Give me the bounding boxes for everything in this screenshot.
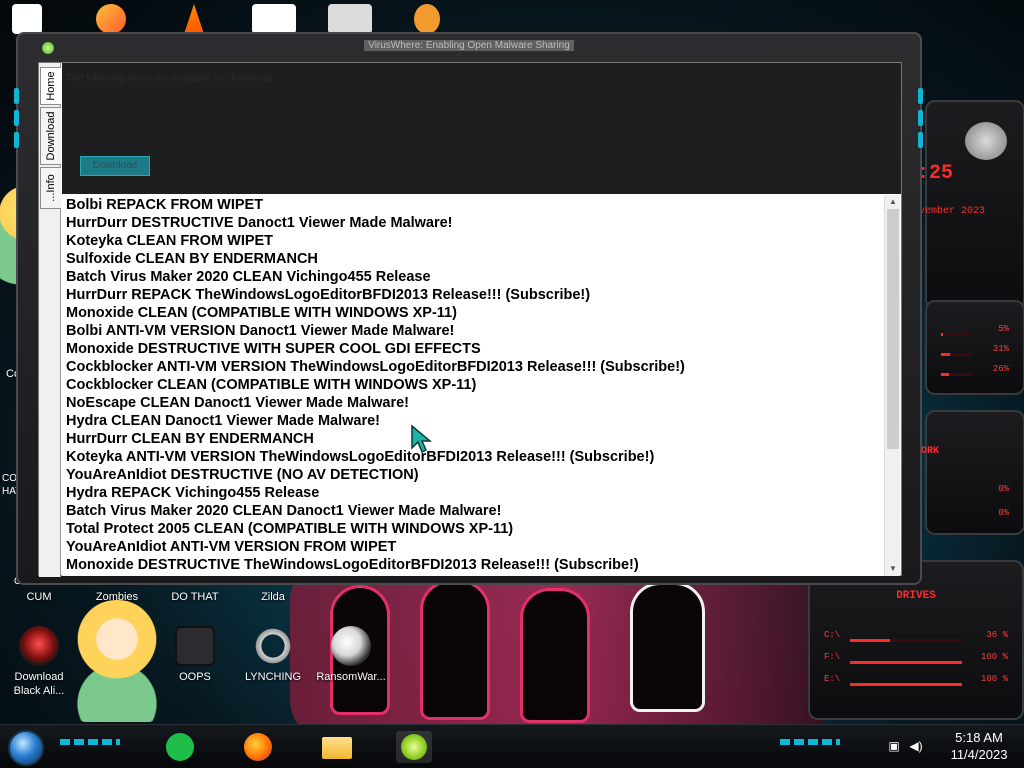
tab-page-download: The following items are available for do… [62, 63, 901, 576]
notes-icon[interactable] [162, 731, 198, 763]
scroll-up-arrow-icon[interactable]: ▲ [885, 195, 901, 209]
vlc-icon[interactable] [184, 4, 204, 34]
net-row: 0% [998, 484, 1009, 494]
app-icon[interactable] [12, 4, 42, 34]
desktop-icon-label: LYNCHING [244, 671, 302, 683]
firefox-icon[interactable] [96, 4, 126, 34]
network-widget: ORK 0% 0% [921, 410, 1024, 535]
volume-icon[interactable]: ◀) [908, 739, 924, 755]
oops-icon [175, 626, 215, 666]
widget-date: vember 2023 [919, 206, 986, 217]
drive-row: E:\ 100 % [824, 674, 1008, 686]
drive-row: C:\ 36 % [824, 630, 1008, 642]
wallpaper-figure [630, 582, 705, 712]
list-item[interactable]: Batch Virus Maker 2020 CLEAN Danoct1 Vie… [66, 502, 501, 520]
star-butterfly-icon[interactable] [76, 600, 158, 722]
skull-icon [331, 626, 371, 666]
desktop-icon-label: Download Black Ali... [13, 671, 65, 697]
desktop-icon-oops[interactable]: OOPS [160, 626, 230, 684]
vertical-tab-strip: Home Download ...Info [39, 63, 61, 577]
download-listbox[interactable]: Bolbi REPACK FROM WIPET HurrDurr DESTRUCT… [62, 195, 884, 576]
intro-text: The following items are available for do… [66, 73, 274, 84]
list-item[interactable]: HurrDurr CLEAN BY ENDERMANCH [66, 430, 314, 448]
taskbar-clock[interactable]: 5:18 AM 11/4/2023 [942, 729, 1016, 763]
list-item[interactable]: Monoxide DESTRUCTIVE TheWindowsLogoEdito… [66, 556, 639, 574]
window-edge-left [12, 48, 22, 568]
app-window: VirusWhere: Enabling Open Malware Sharin… [14, 32, 923, 585]
taskbar: ▣ ◀) 5:18 AM 11/4/2023 [0, 724, 1024, 768]
desktop-icon-zilda[interactable]: Zilda [238, 590, 308, 604]
noose-icon [253, 626, 293, 666]
stat-row: 26% [941, 364, 1009, 378]
firefox-icon[interactable] [240, 731, 276, 763]
list-item[interactable]: YouAreAnIdiot ANTI-VM VERSION FROM WIPET [66, 538, 396, 556]
list-item[interactable]: Koteyka CLEAN FROM WIPET [66, 232, 273, 250]
list-item[interactable]: Bolbi ANTI-VM VERSION Danoct1 Viewer Mad… [66, 322, 454, 340]
desktop-icon-lynching[interactable]: LYNCHING [238, 626, 308, 684]
list-item[interactable]: Bolbi REPACK FROM WIPET [66, 196, 263, 214]
page-header: The following items are available for do… [62, 63, 901, 194]
list-item[interactable]: Cockblocker ANTI-VM VERSION TheWindowsLo… [66, 358, 685, 376]
list-item[interactable]: Batch Virus Maker 2020 CLEAN Vichingo455… [66, 268, 431, 286]
list-item[interactable]: Monoxide CLEAN (COMPATIBLE WITH WINDOWS … [66, 304, 457, 322]
list-item[interactable]: HurrDurr DESTRUCTIVE Danoct1 Viewer Made… [66, 214, 453, 232]
list-item[interactable]: NoEscape CLEAN Danoct1 Viewer Made Malwa… [66, 394, 409, 412]
clock-time: 5:18 AM [955, 730, 1003, 745]
app-icon[interactable] [328, 4, 372, 34]
app-icon[interactable] [252, 4, 296, 34]
desktop-icon-label: RansomWar... [316, 671, 386, 683]
desktop-icon-download-black-ali[interactable]: Download Black Ali... [4, 626, 74, 698]
window-edge-right [916, 48, 926, 568]
clock-date: 11/4/2023 [950, 747, 1008, 762]
list-item[interactable]: Koteyka ANTI-VM VERSION TheWindowsLogoEd… [66, 448, 654, 466]
stat-row: 31% [941, 344, 1009, 358]
desktop-icon-label: CUM [26, 591, 52, 603]
list-item[interactable]: Cockblocker CLEAN (COMPATIBLE WITH WINDO… [66, 376, 476, 394]
system-tray: ▣ ◀) 5:18 AM 11/4/2023 [864, 725, 1024, 768]
drive-row: F:\ 100 % [824, 652, 1008, 664]
desktop-icon-label: Zilda [261, 591, 285, 603]
list-item[interactable]: Hydra REPACK Vichingo455 Release [66, 484, 319, 502]
list-item[interactable]: Monoxide DESTRUCTIVE WITH SUPER COOL GDI… [66, 340, 481, 358]
app-icon[interactable] [414, 4, 440, 34]
lime-app-icon[interactable] [396, 731, 432, 763]
tab-download[interactable]: Download [40, 107, 61, 165]
window-client-area: Home Download ...Info The following item… [38, 62, 902, 577]
scroll-down-arrow-icon[interactable]: ▼ [885, 562, 901, 576]
file-explorer-icon[interactable] [318, 731, 354, 763]
list-item[interactable]: Hydra CLEAN Danoct1 Viewer Made Malware! [66, 412, 380, 430]
taskbar-accent [780, 739, 840, 745]
alienware-icon [19, 626, 59, 666]
wallpaper-figure [520, 588, 590, 723]
list-item[interactable]: Sulfoxide CLEAN BY ENDERMANCH [66, 250, 318, 268]
desktop-icon-do-that[interactable]: DO THAT [160, 590, 230, 604]
listbox-scrollbar[interactable]: ▲ ▼ [884, 195, 900, 576]
drives-title: DRIVES [896, 590, 936, 602]
alienware-logo-icon [965, 122, 1007, 160]
taskbar-accent [60, 739, 120, 745]
download-button[interactable]: Download [80, 156, 150, 176]
cpu-widget: 5% 31% 26% [925, 300, 1024, 395]
network-icon[interactable]: ▣ [886, 739, 902, 755]
desktop-icon-label: OOPS [179, 671, 211, 683]
stat-row: 5% [941, 324, 1009, 338]
desktop-icon-cum[interactable]: CUM [4, 590, 74, 604]
desktop-icon-label: DO THAT [171, 591, 219, 603]
scrollbar-thumb[interactable] [887, 209, 899, 449]
mouse-cursor-icon [411, 424, 432, 454]
desktop-icon-ransomware[interactable]: RansomWar... [316, 626, 386, 684]
list-item[interactable]: Total Protect 2005 CLEAN (COMPATIBLE WIT… [66, 520, 513, 538]
wallpaper-figure [420, 580, 490, 720]
window-title: VirusWhere: Enabling Open Malware Sharin… [18, 40, 920, 51]
tab-info[interactable]: ...Info [40, 167, 61, 209]
start-button[interactable] [8, 730, 44, 766]
net-row: 0% [998, 508, 1009, 518]
clock-widget: :25 vember 2023 [917, 100, 1024, 310]
tab-home[interactable]: Home [40, 67, 61, 105]
list-item[interactable]: YouAreAnIdiot DESTRUCTIVE (NO AV DETECTI… [66, 466, 419, 484]
list-item[interactable]: HurrDurr REPACK TheWindowsLogoEditorBFDI… [66, 286, 590, 304]
